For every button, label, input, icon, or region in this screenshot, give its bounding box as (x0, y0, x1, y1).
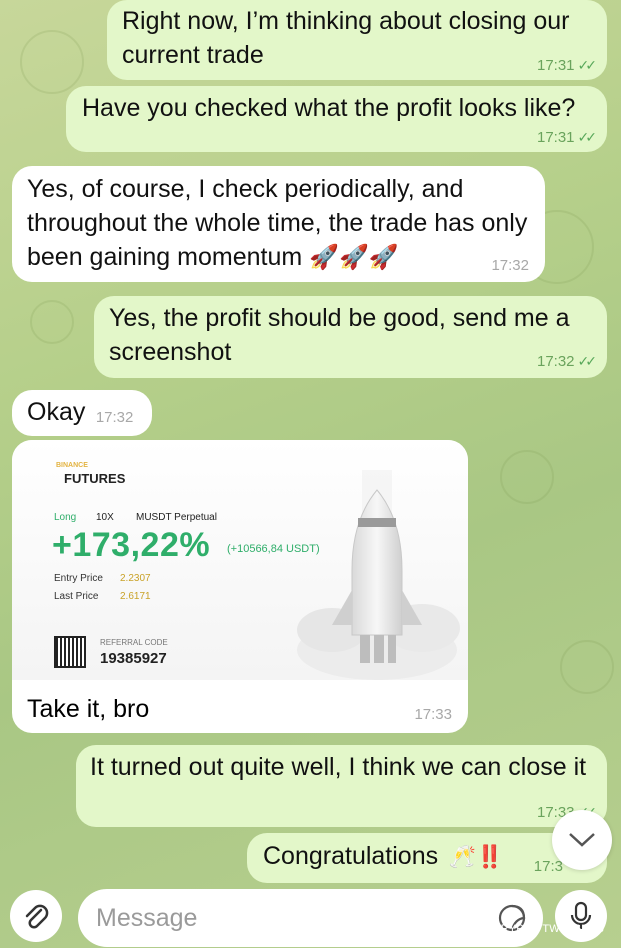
read-checkmarks-icon: ✓✓ (577, 129, 598, 145)
message-text: Take it, bro (27, 695, 150, 723)
message-time: 17:3 (533, 858, 563, 875)
wallpaper-doodle (560, 640, 614, 694)
last-price-value: 2.6171 (120, 591, 151, 602)
qr-code-icon (54, 636, 86, 668)
read-checkmarks-icon: ✓✓ (577, 57, 598, 73)
message-time: 17:32 (95, 409, 134, 426)
message-outgoing[interactable]: Yes, the profit should be good, send me … (94, 296, 607, 378)
message-text: Right now, I’m thinking about closing ou… (122, 7, 570, 69)
rocket-illustration (297, 470, 460, 680)
message-text: Have you checked what the profit looks l… (82, 94, 576, 122)
scroll-to-bottom-button[interactable] (552, 810, 612, 870)
message-time: 17:31 (536, 57, 575, 74)
message-outgoing[interactable]: Right now, I’m thinking about closing ou… (107, 0, 607, 80)
message-time: 17:32 (491, 257, 529, 274)
wallpaper-doodle (500, 450, 554, 504)
message-text: Yes, the profit should be good, send me … (109, 304, 570, 366)
referral-label: REFERRAL CODE (100, 638, 168, 647)
champagne-emoji: 🥂‼️ (448, 844, 504, 869)
attach-button[interactable] (10, 890, 62, 942)
wallpaper-doodle (20, 30, 84, 94)
watermark: @ CRYPTO TWILIGHTS (478, 923, 605, 935)
message-input[interactable]: Message (78, 889, 543, 947)
message-incoming[interactable]: Okay 17:32 (12, 390, 152, 436)
wallpaper-doodle (30, 300, 74, 344)
binance-logo: BINANCE (56, 462, 88, 469)
message-incoming-photo[interactable]: BINANCE FUTURES Long 10X MUSDT Perpetual… (12, 440, 468, 733)
message-text: Congratulations (263, 842, 439, 870)
chevron-down-icon (569, 833, 595, 847)
message-time: 17:31 (536, 129, 575, 146)
message-text: Okay (27, 398, 86, 426)
message-time: 17:32 (536, 353, 575, 370)
pnl-percent: +173,22% (52, 526, 211, 564)
referral-code: 19385927 (100, 650, 167, 667)
futures-pnl-card[interactable]: BINANCE FUTURES Long 10X MUSDT Perpetual… (12, 440, 468, 680)
paperclip-icon (25, 904, 49, 929)
message-placeholder: Message (96, 904, 198, 932)
message-time: 17:33 (414, 706, 452, 723)
entry-price-value: 2.2307 (120, 573, 151, 584)
position-side: Long (54, 512, 77, 523)
message-incoming[interactable]: Yes, of course, I check periodically, an… (12, 166, 545, 282)
contract-pair: MUSDT Perpetual (136, 512, 217, 523)
message-outgoing[interactable]: Have you checked what the profit looks l… (66, 86, 607, 152)
read-checkmarks-icon: ✓✓ (577, 353, 598, 369)
message-outgoing[interactable]: It turned out quite well, I think we can… (76, 745, 607, 827)
futures-label: FUTURES (64, 471, 126, 486)
rocket-emoji: 🚀🚀🚀 (309, 244, 399, 271)
last-price-label: Last Price (54, 591, 99, 602)
message-text: It turned out quite well, I think we can… (90, 753, 587, 781)
message-text: Yes, of course, I check periodically, an… (27, 175, 528, 271)
entry-price-label: Entry Price (54, 573, 103, 584)
leverage: 10X (96, 512, 114, 523)
